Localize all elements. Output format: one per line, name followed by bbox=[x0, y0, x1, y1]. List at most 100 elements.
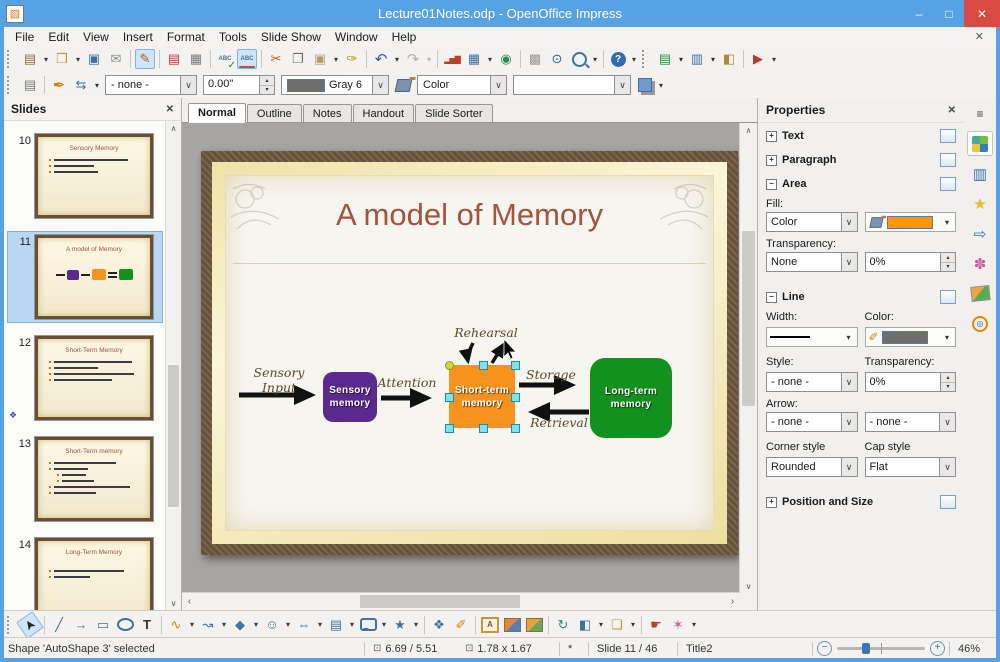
selection-handle[interactable] bbox=[511, 424, 520, 433]
menu-view[interactable]: View bbox=[76, 29, 116, 45]
toolbar-grip[interactable] bbox=[7, 76, 16, 94]
callouts-dropdown-icon[interactable]: ▾ bbox=[380, 620, 388, 629]
tab-normal[interactable]: Normal bbox=[188, 103, 246, 123]
scrollbar-thumb[interactable] bbox=[168, 365, 179, 507]
interaction-icon[interactable]: ☛ bbox=[646, 615, 666, 635]
scroll-down-icon[interactable]: ∨ bbox=[740, 579, 757, 593]
scroll-up-icon[interactable]: ∧ bbox=[740, 123, 757, 137]
new-slide-dropdown-icon[interactable]: ▾ bbox=[677, 55, 685, 64]
email-icon[interactable]: ✉ bbox=[106, 49, 126, 69]
arrow-style-dropdown-icon[interactable]: ▾ bbox=[93, 81, 101, 90]
sidebar-effects-icon[interactable]: ✽ bbox=[968, 252, 992, 275]
spin-down-icon[interactable]: ▾ bbox=[941, 262, 955, 271]
dialog-launcher-icon[interactable] bbox=[940, 290, 956, 304]
scrollbar-thumb[interactable] bbox=[360, 595, 520, 608]
horizontal-scrollbar[interactable]: ‹ › bbox=[182, 592, 740, 610]
dropdown-arrow-icon[interactable]: ∨ bbox=[939, 458, 955, 476]
toolbar-grip[interactable] bbox=[7, 50, 16, 68]
stars-dropdown-icon[interactable]: ▾ bbox=[412, 620, 420, 629]
basic-shapes-icon[interactable]: ◆ bbox=[230, 615, 250, 635]
line-width-spinner[interactable]: 0.00" ▴ ▾ bbox=[203, 75, 275, 95]
sidebar-gallery-icon[interactable] bbox=[968, 282, 992, 305]
hyperlink-icon[interactable]: ◉ bbox=[496, 49, 516, 69]
expand-icon[interactable]: + bbox=[766, 496, 777, 508]
layout-name[interactable]: Title2 bbox=[682, 643, 717, 655]
zoom-thumb[interactable] bbox=[861, 643, 870, 654]
transparency-type-select[interactable]: None ∨ bbox=[766, 252, 858, 272]
new-dropdown-icon[interactable]: ▾ bbox=[42, 55, 50, 64]
arrow-style-icon[interactable]: ⇆ bbox=[71, 75, 91, 95]
zoom-dropdown-icon[interactable]: ▾ bbox=[591, 55, 599, 64]
format-paintbrush-icon[interactable]: ✑ bbox=[342, 49, 362, 69]
save-icon[interactable]: ▣ bbox=[84, 49, 104, 69]
block-arrows-dropdown-icon[interactable]: ▾ bbox=[316, 620, 324, 629]
object-size[interactable]: ⊡ 1.78 x 1.67 bbox=[461, 643, 555, 655]
menu-insert[interactable]: Insert bbox=[116, 29, 160, 45]
storage-label[interactable]: Storage bbox=[521, 367, 581, 382]
slide-thumbnail-14[interactable]: 14 Long-Term Memory bbox=[7, 534, 163, 610]
dropdown-arrow-icon[interactable]: ∨ bbox=[840, 253, 857, 271]
paste-icon[interactable]: ▣ bbox=[310, 49, 330, 69]
maximize-button[interactable]: □ bbox=[934, 0, 964, 27]
dropdown-arrow-icon[interactable]: ∨ bbox=[840, 213, 857, 231]
redo-dropdown-icon[interactable]: ▾ bbox=[425, 55, 433, 64]
slide-layout-dropdown-icon[interactable]: ▾ bbox=[709, 55, 717, 64]
tab-outline[interactable]: Outline bbox=[246, 104, 302, 122]
retrieval-label[interactable]: Retrieval bbox=[527, 415, 591, 430]
toolbar-overflow-icon[interactable]: ▾ bbox=[657, 81, 665, 90]
dialog-launcher-icon[interactable] bbox=[940, 495, 956, 509]
line-style-select[interactable]: - none - ∨ bbox=[766, 372, 858, 392]
open-dropdown-icon[interactable]: ▾ bbox=[74, 55, 82, 64]
line-tool-icon[interactable]: ╱ bbox=[49, 615, 69, 635]
close-document-icon[interactable]: ✕ bbox=[967, 30, 992, 43]
cut-icon[interactable]: ✂ bbox=[266, 49, 286, 69]
slide-thumbnail-12[interactable]: 12 ❖ Short-Term Memory bbox=[7, 332, 163, 424]
fill-type-select[interactable]: Color ∨ bbox=[417, 75, 507, 95]
slides-panel-scrollbar[interactable]: ∧ ∨ bbox=[165, 121, 181, 610]
toolbar-grip[interactable] bbox=[642, 50, 651, 68]
fontwork-icon[interactable]: A bbox=[480, 615, 500, 635]
edit-file-icon[interactable]: ✎ bbox=[135, 49, 155, 69]
sidebar-slide-transition-icon[interactable]: ⇨ bbox=[968, 222, 992, 245]
menu-tools[interactable]: Tools bbox=[212, 29, 254, 45]
section-paragraph[interactable]: + Paragraph bbox=[758, 147, 964, 171]
zoom-track[interactable] bbox=[837, 643, 925, 654]
spin-up-icon[interactable]: ▴ bbox=[941, 373, 955, 383]
curve-dropdown-icon[interactable]: ▾ bbox=[188, 620, 196, 629]
callouts-icon[interactable] bbox=[358, 615, 378, 635]
dropdown-arrow-icon[interactable]: ▾ bbox=[943, 333, 951, 342]
close-button[interactable]: ✕ bbox=[964, 0, 1000, 27]
fill-dialog-icon[interactable] bbox=[393, 75, 413, 95]
adjustment-handle[interactable] bbox=[445, 361, 454, 370]
grid-icon[interactable]: ▩ bbox=[525, 49, 545, 69]
section-area[interactable]: − Area bbox=[758, 171, 964, 195]
arrow-start-select[interactable]: - none - ∨ bbox=[766, 412, 858, 432]
start-slideshow-icon[interactable]: ▶ bbox=[748, 49, 768, 69]
symbol-shapes-dropdown-icon[interactable]: ▾ bbox=[284, 620, 292, 629]
line-dialog-icon[interactable]: ✒ bbox=[49, 75, 69, 95]
scrollbar-thumb[interactable] bbox=[742, 231, 755, 406]
symbol-shapes-icon[interactable]: ☺ bbox=[262, 615, 282, 635]
styles-icon[interactable]: ▤ bbox=[20, 75, 40, 95]
chart-icon[interactable]: ▂▅▇ bbox=[442, 49, 462, 69]
sidebar-navigator-icon[interactable]: ◎ bbox=[968, 312, 992, 335]
section-line[interactable]: − Line bbox=[758, 284, 964, 308]
connector-tool-icon[interactable]: ↝ bbox=[198, 615, 218, 635]
undo-icon[interactable]: ↶ bbox=[371, 49, 391, 69]
section-text[interactable]: + Text bbox=[758, 123, 964, 147]
edit-points-icon[interactable]: ❖ bbox=[429, 615, 449, 635]
dropdown-arrow-icon[interactable]: ∨ bbox=[490, 76, 506, 94]
sidebar-settings-icon[interactable]: ≡ bbox=[968, 102, 992, 125]
rectangle-tool-icon[interactable]: ▭ bbox=[93, 615, 113, 635]
ellipse-tool-icon[interactable] bbox=[115, 615, 135, 635]
expand-icon[interactable]: + bbox=[766, 130, 777, 142]
collapse-icon[interactable]: − bbox=[766, 178, 777, 190]
alignment-dropdown-icon[interactable]: ▾ bbox=[597, 620, 605, 629]
selection-handle[interactable] bbox=[479, 424, 488, 433]
dropdown-arrow-icon[interactable]: ∨ bbox=[180, 76, 196, 94]
tab-handout[interactable]: Handout bbox=[352, 104, 415, 122]
toolbar-overflow-icon[interactable]: ▾ bbox=[630, 55, 638, 64]
selection-handle[interactable] bbox=[445, 393, 454, 402]
selection-handle[interactable] bbox=[511, 393, 520, 402]
scroll-down-icon[interactable]: ∨ bbox=[166, 596, 181, 610]
